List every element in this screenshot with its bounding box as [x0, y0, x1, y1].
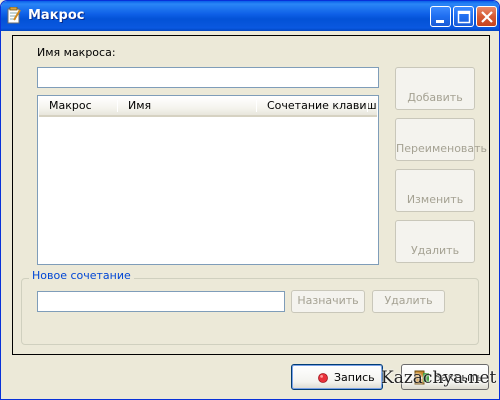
- new-shortcut-group-title: Новое сочетание: [29, 269, 134, 282]
- minimize-button[interactable]: [430, 6, 451, 27]
- column-header-macro[interactable]: Макрос: [41, 97, 92, 115]
- record-button[interactable]: Запись: [291, 364, 383, 390]
- column-separator[interactable]: [367, 100, 368, 112]
- add-button-label: Добавить: [407, 91, 463, 104]
- notepad-icon: [7, 7, 21, 24]
- add-button[interactable]: Добавить: [395, 67, 475, 110]
- assign-button[interactable]: Назначить: [291, 290, 365, 313]
- column-header-name[interactable]: Имя: [120, 97, 151, 115]
- column-separator[interactable]: [117, 100, 118, 112]
- macro-name-label: Имя макроса:: [37, 46, 116, 59]
- macro-name-input[interactable]: [37, 67, 379, 88]
- dialog-content-panel: Имя макроса: Макрос Имя Сочетание клавиш…: [12, 35, 490, 355]
- macro-list[interactable]: Макрос Имя Сочетание клавиш: [37, 95, 379, 265]
- macro-dialog-window: Макрос Имя макроса: Макрос Имя Сочетание…: [0, 0, 500, 400]
- maximize-button[interactable]: [453, 6, 474, 27]
- edit-button[interactable]: Изменить: [395, 169, 475, 212]
- delete-shortcut-button-label: Удалить: [384, 294, 433, 307]
- rename-button-label: Переименовать: [396, 142, 488, 155]
- delete-shortcut-button[interactable]: Удалить: [372, 290, 445, 313]
- close-button[interactable]: [476, 6, 497, 27]
- record-icon: [318, 373, 328, 383]
- assign-button-label: Назначить: [297, 294, 359, 307]
- close-icon: [481, 11, 493, 23]
- macro-list-header: Макрос Имя Сочетание клавиш: [39, 97, 377, 117]
- delete-macro-button[interactable]: Удалить: [395, 220, 475, 263]
- column-separator[interactable]: [256, 100, 257, 112]
- window-title: Макрос: [28, 8, 85, 23]
- maximize-icon: [457, 10, 471, 24]
- site-watermark: Kazachya.net: [381, 368, 497, 388]
- column-header-shortcut[interactable]: Сочетание клавиш: [259, 97, 377, 115]
- record-button-label: Запись: [334, 371, 375, 384]
- rename-button[interactable]: Переименовать: [395, 118, 488, 161]
- delete-macro-button-label: Удалить: [410, 244, 460, 257]
- shortcut-input[interactable]: [37, 291, 285, 312]
- edit-button-label: Изменить: [406, 193, 464, 206]
- title-bar[interactable]: Макрос: [1, 1, 499, 31]
- minimize-icon: [436, 20, 444, 23]
